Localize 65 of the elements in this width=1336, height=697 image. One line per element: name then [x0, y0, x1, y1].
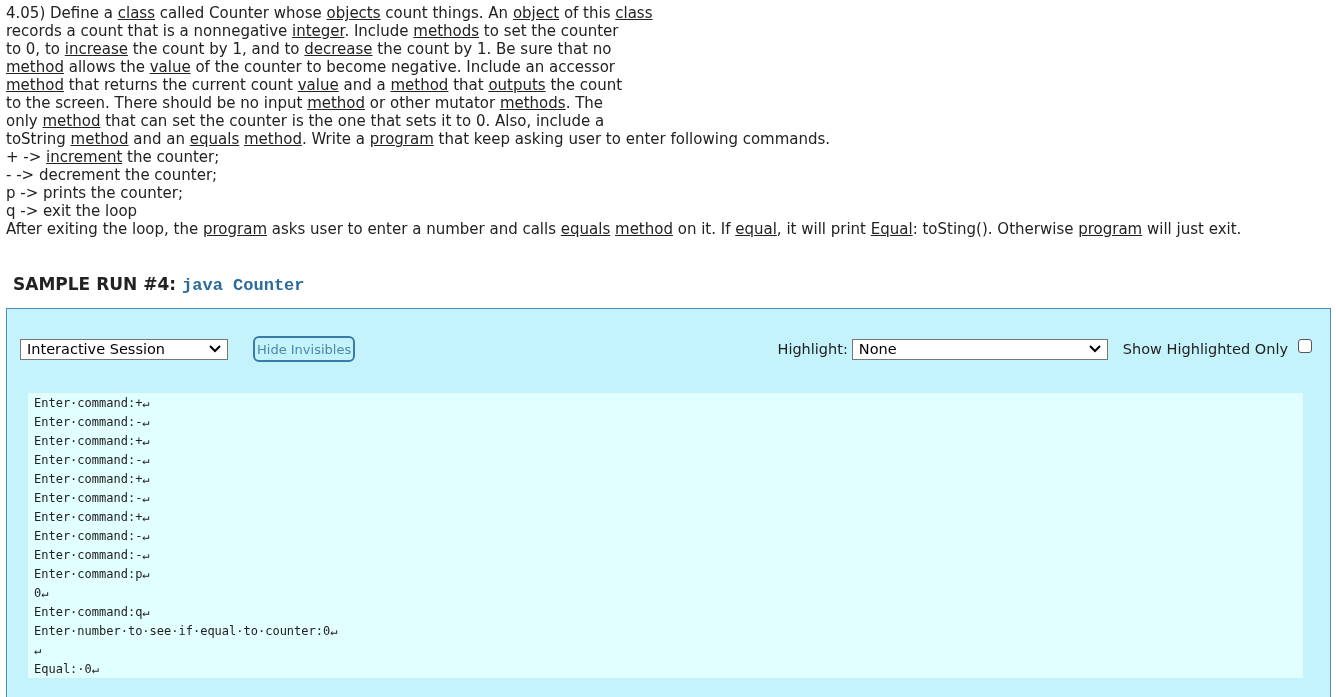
problem-text-line: p -> prints the counter; — [6, 184, 184, 202]
glossary-link[interactable]: method — [390, 76, 449, 94]
glossary-link[interactable]: method — [70, 130, 129, 148]
glossary-link[interactable]: class — [615, 4, 653, 22]
glossary-link[interactable]: method — [6, 76, 64, 94]
glossary-link[interactable]: method — [615, 220, 673, 238]
glossary-link[interactable]: method — [6, 58, 64, 76]
glossary-link[interactable]: methods — [499, 94, 566, 112]
session-dropdown[interactable]: Interactive Session — [20, 338, 228, 360]
glossary-link[interactable]: value — [297, 76, 339, 94]
transcript-line: Enter·command:-↵ — [34, 414, 150, 431]
glossary-link[interactable]: equals — [560, 220, 611, 238]
glossary-link[interactable]: Equal — [870, 220, 913, 238]
problem-text-line: method that returns the current count value and a method that outputs the count — [6, 76, 623, 94]
chevron-down-icon — [1088, 345, 1101, 353]
problem-text-line: - -> decrement the counter; — [6, 166, 218, 184]
problem-text-line: After exiting the loop, the program asks user to enter a number and calls equals method on it. If equal, it will print Equal: toSting(). Otherwise program will just exit. — [6, 220, 1242, 238]
problem-text-line: toString method and an equals method. Write a program that keep asking user to enter following commands. — [6, 130, 831, 148]
transcript-line: 0↵ — [34, 585, 49, 602]
glossary-link[interactable]: outputs — [488, 76, 546, 94]
glossary-link[interactable]: object — [512, 4, 560, 22]
transcript-line: Enter·command:+↵ — [34, 509, 150, 526]
glossary-link[interactable]: method — [307, 94, 366, 112]
highlight-label: Highlight: — [777, 341, 848, 357]
transcript-line: ↵ — [34, 642, 42, 659]
chevron-down-icon — [209, 345, 221, 353]
transcript-line: Enter·command:+↵ — [34, 471, 150, 488]
command-text: java Counter — [182, 276, 305, 295]
transcript-line: Enter·command:q↵ — [34, 604, 150, 621]
glossary-link[interactable]: objects — [326, 4, 381, 22]
problem-text-line: to the screen. There should be no input method or other mutator methods. The — [6, 94, 604, 112]
transcript-line: Enter·command:-↵ — [34, 547, 150, 564]
problem-text-line: records a count that is a nonnegative integer. Include methods to set the counter — [6, 22, 619, 40]
show-highlighted-checkbox[interactable] — [1298, 339, 1312, 353]
glossary-link[interactable]: increment — [46, 148, 123, 166]
glossary-link[interactable]: decrease — [304, 40, 373, 58]
transcript-line: Enter·command:-↵ — [34, 528, 150, 545]
transcript-line: Equal:·0↵ — [34, 661, 100, 678]
glossary-link[interactable]: program — [203, 220, 268, 238]
glossary-link[interactable]: equal — [735, 220, 777, 238]
glossary-link[interactable]: class — [117, 4, 155, 22]
glossary-link[interactable]: integer — [292, 22, 345, 40]
glossary-link[interactable]: increase — [64, 40, 128, 58]
glossary-link[interactable]: value — [149, 58, 191, 76]
problem-text-line: 4.05) Define a class called Counter whose objects count things. An object of this class — [6, 4, 653, 22]
transcript-line: Enter·command:+↵ — [34, 395, 150, 412]
problem-text-line: + -> increment the counter; — [6, 148, 220, 166]
glossary-link[interactable]: method — [42, 112, 101, 130]
transcript-line: Enter·command:p↵ — [34, 566, 150, 583]
glossary-link[interactable]: method — [244, 130, 302, 148]
glossary-link[interactable]: program — [1078, 220, 1143, 238]
glossary-link[interactable]: equals — [189, 130, 240, 148]
sample-run-label: SAMPLE RUN #4: — [13, 274, 177, 294]
transcript-line: Enter·command:-↵ — [34, 490, 150, 507]
problem-text-line: to 0, to increase the count by 1, and to decrease the count by 1. Be sure that no — [6, 40, 612, 58]
problem-text-line: only method that can set the counter is the one that sets it to 0. Also, include a — [6, 112, 605, 130]
problem-text-line: method allows the value of the counter to become negative. Include an accessor — [6, 58, 615, 76]
problem-text-line: q -> exit the loop — [6, 202, 138, 220]
glossary-link[interactable]: methods — [413, 22, 480, 40]
highlight-dropdown[interactable]: None — [851, 338, 1108, 360]
show-highlighted-label: Show Highlighted Only — [1122, 341, 1288, 357]
glossary-link[interactable]: program — [369, 130, 434, 148]
transcript-line: Enter·command:-↵ — [34, 452, 150, 469]
transcript-line: Enter·command:+↵ — [34, 433, 150, 450]
transcript-line: Enter·number·to·see·if·equal·to·counter:0↵ — [34, 623, 338, 640]
